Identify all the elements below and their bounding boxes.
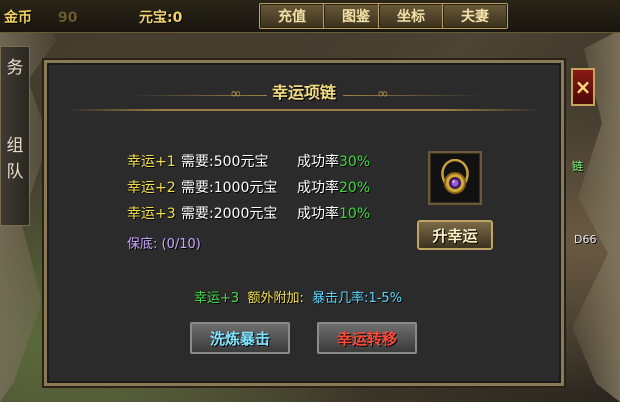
gold-value: 90 [58,10,78,26]
close-icon[interactable]: × [571,68,595,106]
quest-team-side-tab[interactable]: 务 组 队 [0,46,30,226]
success-rate-value: 20% [339,180,371,196]
yuanbao-counter: 元宝:0 [139,10,183,26]
bonus-line: 幸运+3 额外附加: 暴击几率:1-5% [194,287,402,306]
dialog-header: ∞ 幸运项链 ∞ [47,73,561,109]
success-rate: 成功率10% [297,203,370,223]
success-rate-label: 成功率 [297,180,339,196]
coordinates-button[interactable]: 坐标 [378,3,444,29]
success-rate: 成功率20% [297,177,370,197]
success-rate: 成功率30% [297,151,370,171]
success-rate-value: 30% [339,154,371,170]
success-rate-value: 10% [339,206,371,222]
title-divider [65,109,543,111]
lucky-necklace-dialog: ∞ 幸运项链 ∞ 幸运+1 需要:500元宝 成功率30% 幸运+2 需要:10… [44,60,564,386]
gold-counter: 金币 90 [4,7,77,27]
gold-label: 金币 [4,10,32,26]
spouse-button[interactable]: 夫妻 [442,3,508,29]
side-tab-char-2: 组 [6,136,24,156]
title-line-right [343,95,483,96]
necklace-item-slot[interactable] [428,151,482,205]
bonus-extra-label: 额外附加: [247,291,304,306]
upgrade-luck-button[interactable]: 升幸运 [417,220,493,250]
luck-level: 幸运+2 [127,180,176,196]
luck-cost: 需要:500元宝 [181,154,269,170]
wash-crit-button[interactable]: 洗炼暴击 [190,322,290,354]
bonus-luck-level: 幸运+3 [194,291,240,306]
side-tab-spacer [1,81,29,133]
success-rate-label: 成功率 [297,154,339,170]
guarantee-counter: 保底: (0/10) [127,237,201,252]
transfer-luck-button[interactable]: 幸运转移 [317,322,417,354]
dialog-title: 幸运项链 [271,83,336,102]
side-tab-char-1: 务 [6,58,24,78]
recharge-button[interactable]: 充值 [259,3,325,29]
bonus-crit-chance: 暴击几率:1-5% [312,291,403,306]
luck-cost: 需要:1000元宝 [181,180,278,196]
right-side-coord-label: D66 [574,233,597,246]
top-hud-bar: 金币 90 元宝:0 充值 图鉴 坐标 夫妻 [0,0,620,33]
title-ornament-right-icon: ∞ [377,86,389,102]
luck-level: 幸运+1 [127,154,176,170]
success-rate-label: 成功率 [297,206,339,222]
right-side-label: 链 [572,160,583,173]
luck-level: 幸运+3 [127,206,176,222]
side-tab-char-3: 队 [6,162,24,182]
necklace-icon [441,159,469,194]
luck-cost: 需要:2000元宝 [181,206,278,222]
